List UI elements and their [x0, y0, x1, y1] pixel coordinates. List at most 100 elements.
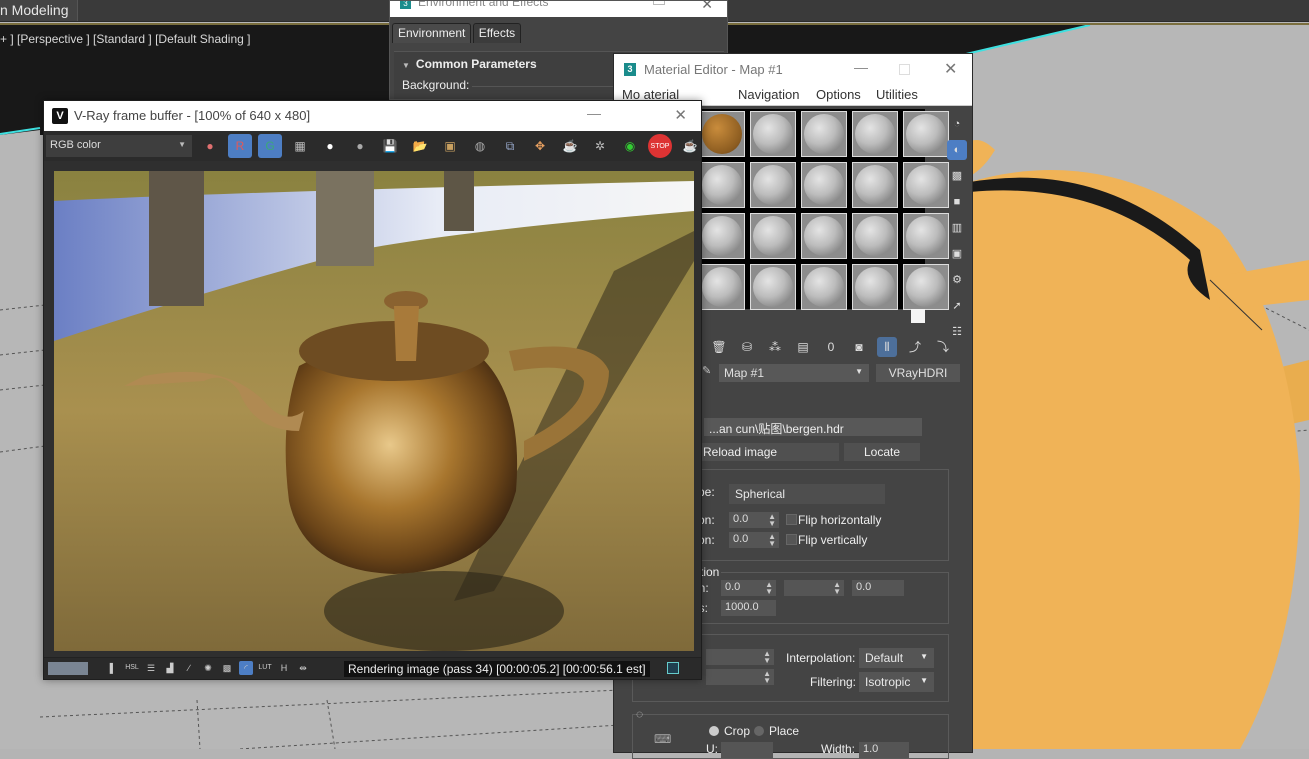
env-titlebar[interactable]: 3 Environment and Effects ✕ [390, 1, 727, 17]
position-y-spinner[interactable]: ▲ ▼ [784, 580, 844, 596]
delete-icon[interactable]: 🗑 [709, 337, 729, 357]
material-slot[interactable] [699, 213, 745, 259]
h-icon[interactable]: H [277, 661, 291, 675]
material-slot[interactable] [750, 111, 796, 157]
region-render-icon[interactable]: ✥ [528, 134, 552, 158]
map-name-field[interactable]: Map #1 ▼ [719, 364, 869, 382]
material-slot[interactable] [801, 162, 847, 208]
material-slot[interactable] [903, 264, 949, 310]
hsl-icon[interactable]: HSL [125, 661, 139, 675]
show-end-result-icon[interactable]: ⫴ [877, 337, 897, 357]
reload-image-button[interactable]: Reload image [699, 443, 839, 461]
maximize-button[interactable] [653, 1, 665, 5]
go-to-parent-icon[interactable]: ⤴ [905, 337, 925, 357]
vert-rotation-spinner[interactable]: 0.0 ▲ ▼ [729, 532, 779, 548]
place-radio[interactable] [754, 726, 764, 736]
material-slot[interactable] [801, 264, 847, 310]
vfb-titlebar[interactable]: V V-Ray frame buffer - [100% of 640 x 48… [44, 101, 701, 131]
flip-horizontally-checkbox[interactable] [786, 514, 797, 525]
bitmap-path-field[interactable]: ...an cun\贴图\bergen.hdr [704, 418, 922, 436]
tab-effects[interactable]: Effects [472, 23, 522, 43]
spinner-arrows-icon[interactable]: ▲ ▼ [833, 581, 841, 596]
flip-vertically-checkbox[interactable] [786, 534, 797, 545]
material-slot[interactable] [750, 162, 796, 208]
save-icon[interactable]: 💾 [378, 134, 402, 158]
backlight-icon[interactable]: ◐ [947, 140, 967, 160]
spinner-arrows-icon[interactable]: ▲ ▼ [768, 533, 776, 548]
duplicate-icon[interactable]: ◍ [468, 134, 492, 158]
color-correction-icon[interactable]: ▌ [106, 661, 120, 675]
material-slot[interactable] [852, 162, 898, 208]
render-icon[interactable]: ☕ [678, 134, 702, 158]
minimize-button[interactable]: — [587, 105, 601, 121]
channel-dropdown[interactable]: RGB color ▼ [46, 135, 192, 157]
history-thumbnail[interactable] [48, 662, 88, 675]
width-spinner[interactable]: 1.0 [859, 742, 909, 758]
put-to-library-icon[interactable]: ⛁ [737, 337, 757, 357]
tab-environment[interactable]: Environment [392, 23, 472, 43]
slot-scroll-corner[interactable] [911, 309, 925, 323]
menu-utilities[interactable]: Utilities [876, 87, 918, 102]
u-spinner[interactable] [721, 742, 773, 758]
histogram-icon[interactable]: ▟ [163, 661, 177, 675]
gamma-spinner[interactable]: ▲ ▼ [706, 649, 774, 665]
pick-material-icon[interactable]: ✎ [702, 364, 711, 377]
locate-button[interactable]: Locate [844, 443, 920, 461]
red-channel-icon[interactable]: R [228, 134, 252, 158]
background-image-icon[interactable]: ▩ [220, 661, 234, 675]
map-type-button[interactable]: VRayHDRI [876, 364, 960, 382]
horiz-rotation-spinner[interactable]: 0.0 ▲ ▼ [729, 512, 779, 528]
material-slot[interactable] [699, 162, 745, 208]
position-z-spinner[interactable]: 0.0 [852, 580, 904, 596]
material-slot[interactable] [852, 264, 898, 310]
teapot-render-icon[interactable]: ☕ [558, 134, 582, 158]
spinner-arrows-icon[interactable]: ▲ ▼ [763, 670, 771, 685]
select-by-material-icon[interactable]: ➚ [947, 296, 967, 316]
radius-spinner[interactable]: 1000.0 [721, 600, 776, 616]
interactive-render-icon[interactable]: ✲ [588, 134, 612, 158]
save-material-icon[interactable]: ▤ [793, 337, 813, 357]
viewport-teapot[interactable] [960, 140, 1309, 749]
material-slot[interactable] [852, 213, 898, 259]
material-id-channel-icon[interactable]: 0 [821, 337, 841, 357]
close-button[interactable]: ✕ [944, 59, 957, 79]
mono-icon[interactable]: ▦ [288, 134, 312, 158]
background-checker-icon[interactable]: ▩ [947, 166, 967, 186]
ribbon-tab-modeling[interactable]: n Modeling [0, 0, 78, 21]
srgb-curve-icon[interactable]: ◜ [239, 661, 253, 675]
minimize-button[interactable]: — [854, 59, 868, 75]
viewport-label[interactable]: + ] [Perspective ] [Standard ] [Default … [0, 32, 250, 46]
exposure-icon[interactable]: ✺ [201, 661, 215, 675]
rollout-header[interactable]: ▼ Common Parameters [402, 57, 537, 71]
material-slot[interactable] [903, 213, 949, 259]
go-forward-sibling-icon[interactable]: ⤵ [933, 337, 953, 357]
filtering-dropdown[interactable]: Isotropic ▼ [859, 672, 934, 692]
sample-type-icon[interactable]: ◔ [947, 114, 967, 134]
material-slot[interactable] [699, 264, 745, 310]
interpolation-dropdown[interactable]: Default ▼ [859, 648, 934, 668]
material-slot[interactable] [903, 162, 949, 208]
material-slot[interactable] [699, 111, 745, 157]
lens-effects-icon[interactable]: ◉ [618, 134, 642, 158]
spinner-arrows-icon[interactable]: ▲ ▼ [765, 581, 773, 596]
stop-icon[interactable]: STOP [648, 134, 672, 158]
spinner-arrows-icon[interactable]: ▲ ▼ [763, 650, 771, 665]
make-preview-icon[interactable]: ▣ [947, 244, 967, 264]
lut-icon[interactable]: LUT [258, 661, 272, 675]
view-image-icon[interactable]: ⌨ [654, 732, 671, 746]
material-slot[interactable] [801, 111, 847, 157]
multiplier-spinner[interactable]: ▲ ▼ [706, 669, 774, 685]
menu-options[interactable]: Options [816, 87, 861, 102]
options-icon[interactable]: ⚙ [947, 270, 967, 290]
maximize-button[interactable] [899, 64, 910, 75]
curves-icon[interactable]: ∕ [182, 661, 196, 675]
close-button[interactable]: ✕ [701, 1, 713, 13]
rendered-image[interactable] [54, 171, 694, 651]
material-slot[interactable] [801, 213, 847, 259]
clear-image-icon[interactable]: ▣ [438, 134, 462, 158]
show-map-in-viewport-icon[interactable]: ◙ [849, 337, 869, 357]
track-mouse-icon[interactable]: ⧉ [498, 134, 522, 158]
green-channel-icon[interactable]: G [258, 134, 282, 158]
pixel-info-icon[interactable]: ⇹ [296, 661, 310, 675]
console-icon[interactable] [667, 662, 679, 674]
